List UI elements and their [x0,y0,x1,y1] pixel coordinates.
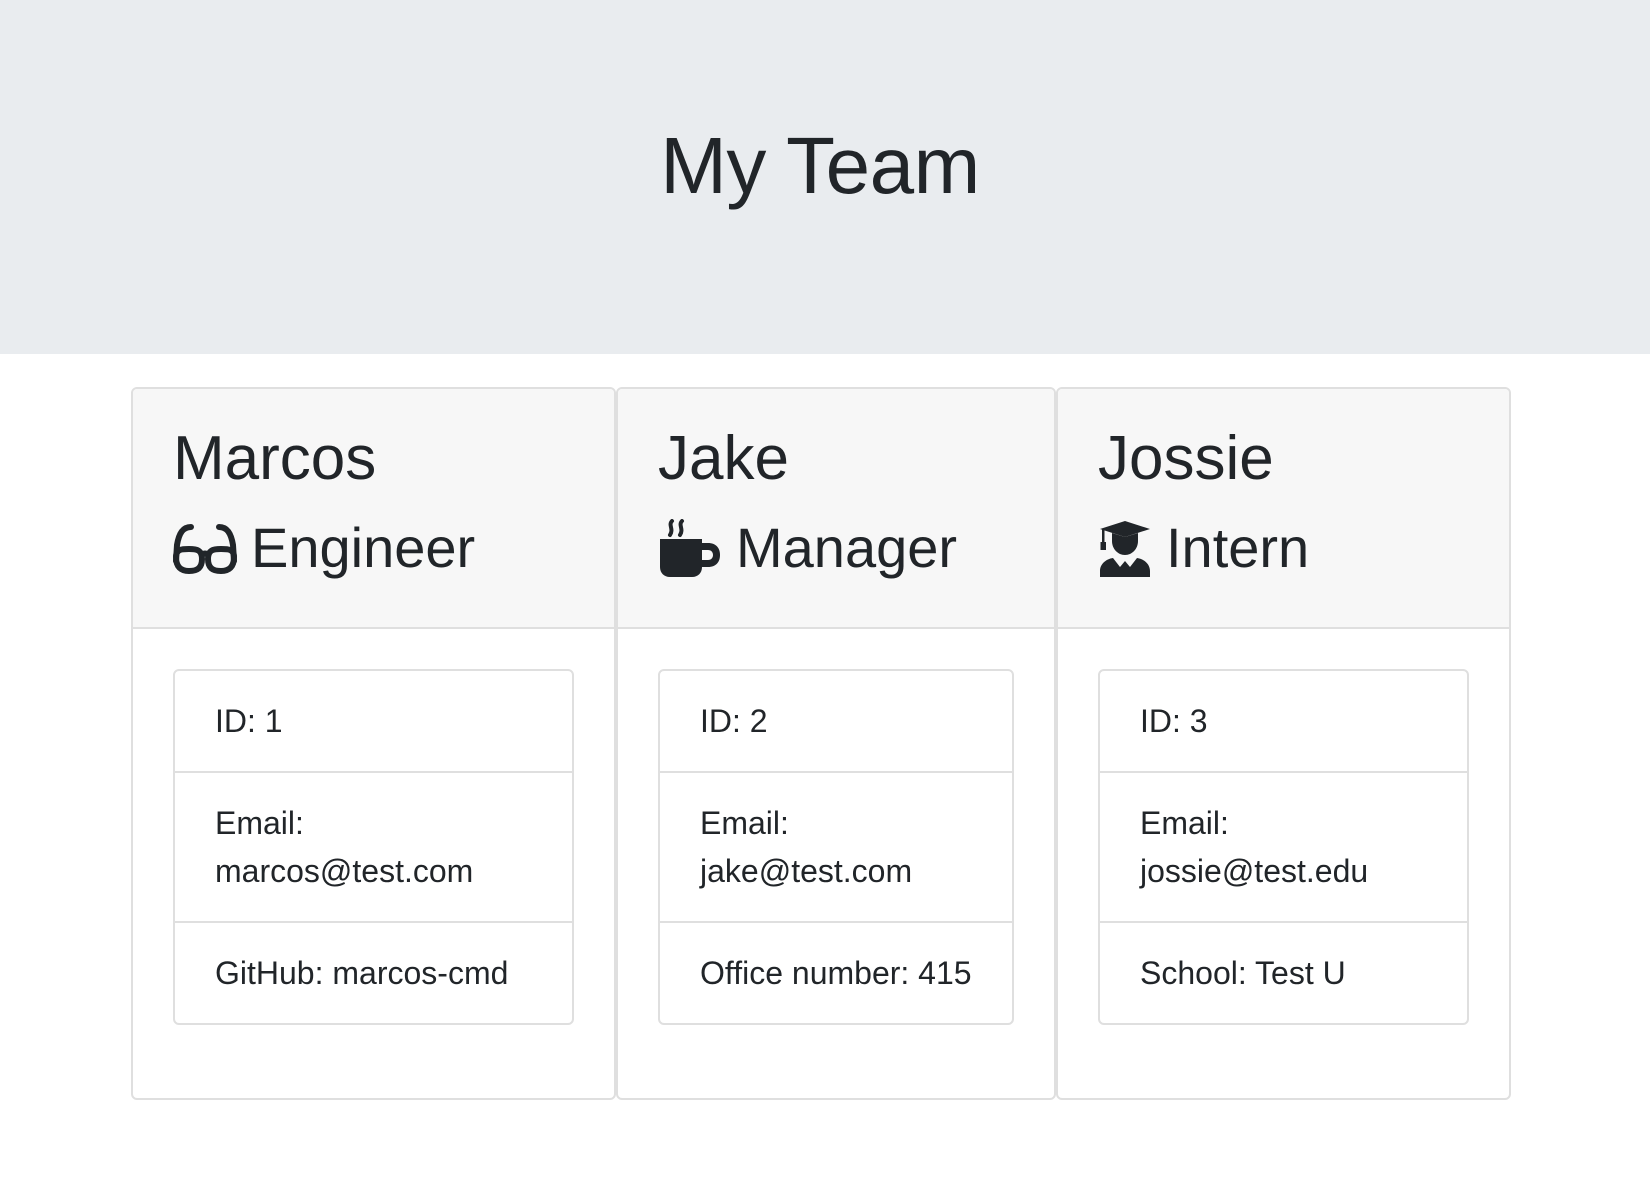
employee-email: Email: jossie@test.edu [1100,771,1467,921]
employee-name: Jossie [1098,424,1274,493]
employee-id: ID: 2 [700,703,768,739]
employee-role-label: Manager [736,516,958,579]
employee-role: Engineer [173,513,475,583]
employee-name: Marcos [173,424,377,493]
employee-role: Manager [658,513,957,583]
employee-id: ID: 1 [215,703,283,739]
employee-github: GitHub: marcos-cmd [175,921,572,1023]
coffee-icon [658,519,722,577]
employee-card-engineer: Marcos Engineer ID: 1 Email: marcos@test… [131,387,616,1100]
card-header: Jossie Intern [1058,389,1509,629]
employee-details: ID: 3 Email: jossie@test.edu School: Tes… [1098,669,1469,1025]
employee-card-intern: Jossie Intern ID: 3 Email: jossie@test.e… [1056,387,1511,1100]
card-header: Marcos Engineer [133,389,614,629]
card-header: Jake Manager [618,389,1054,629]
employee-id: ID: 3 [1140,703,1208,739]
employee-details: ID: 2 Email: jake@test.com Office number… [658,669,1014,1025]
header-banner: My Team [0,0,1650,354]
employee-card-manager: Jake Manager ID: 2 Email: jake@test.com … [616,387,1056,1100]
glasses-icon [173,519,237,577]
employee-role-label: Engineer [251,516,476,579]
employee-role: Intern [1098,513,1309,583]
employee-name: Jake [658,424,789,493]
employee-office-number: Office number: 415 [660,921,1012,1023]
employee-email: Email: jake@test.com [660,771,1012,921]
employee-school: School: Test U [1100,921,1467,1023]
employee-role-label: Intern [1166,516,1310,579]
graduate-icon [1098,519,1152,577]
page-title: My Team [660,121,980,210]
employee-details: ID: 1 Email: marcos@test.com GitHub: mar… [173,669,574,1025]
employee-email: Email: marcos@test.com [175,771,572,921]
